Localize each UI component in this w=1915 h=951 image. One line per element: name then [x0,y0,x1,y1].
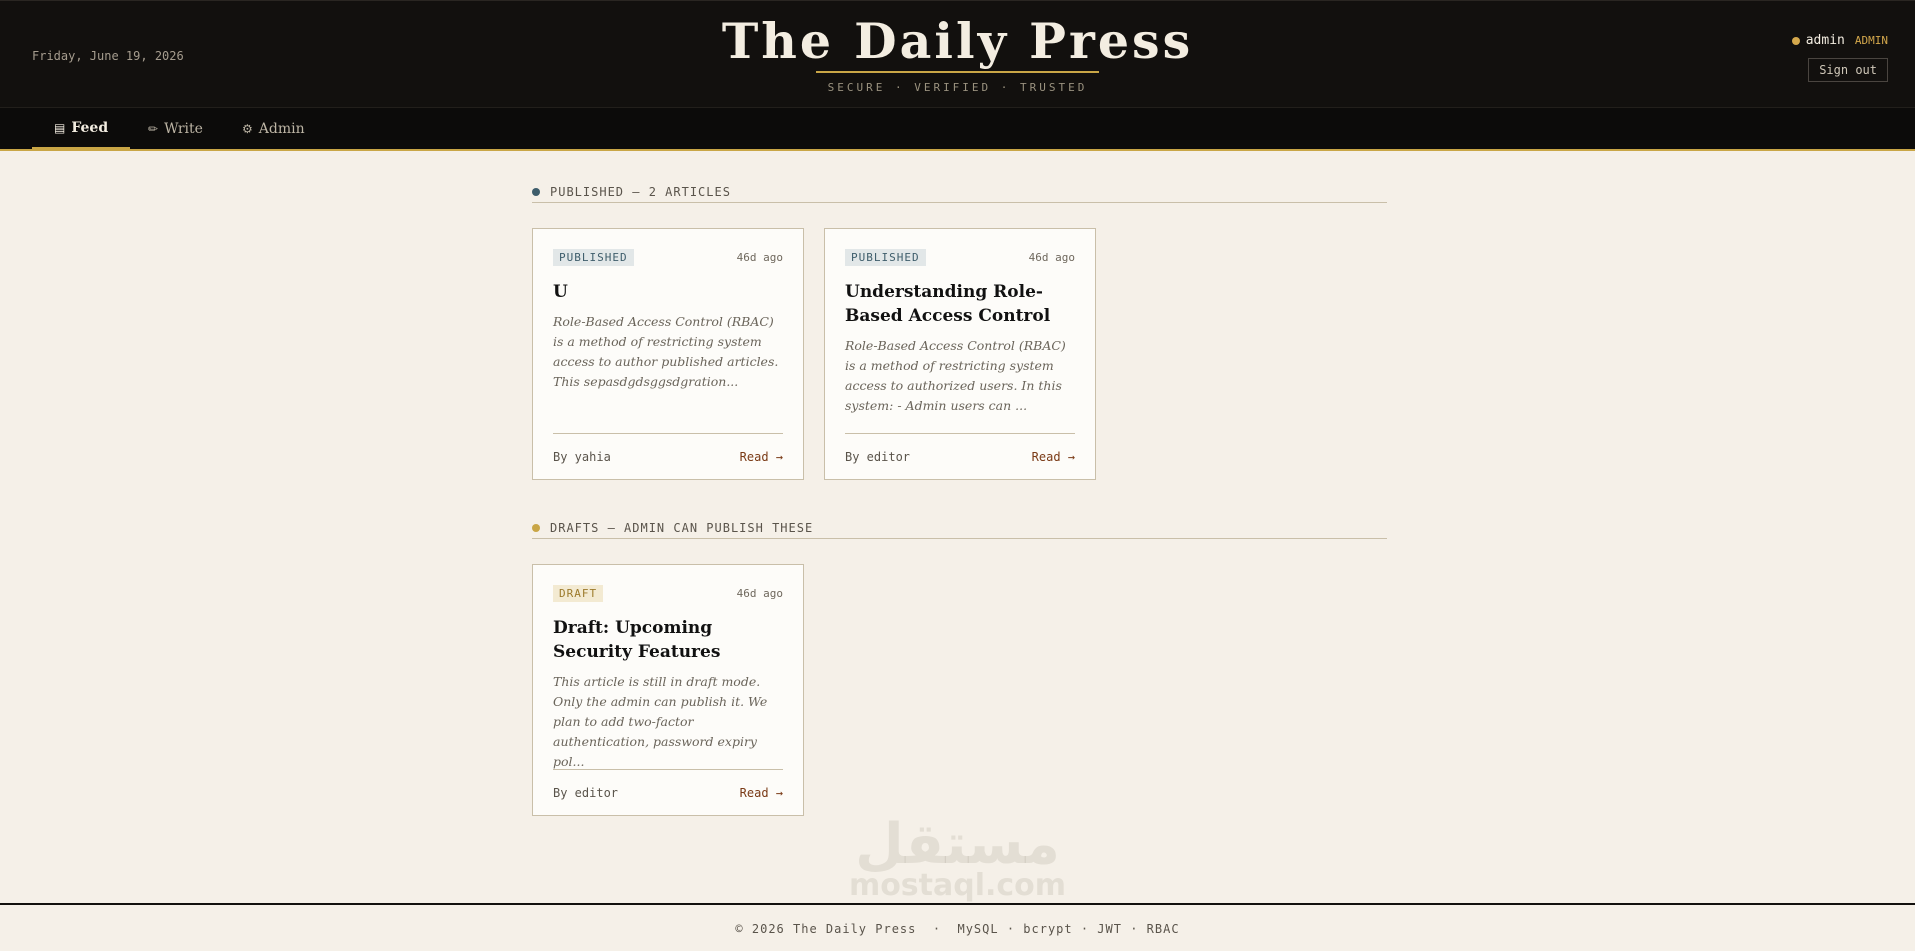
watermark-arabic: مستقل [855,812,1060,877]
tab-write-label: Write [164,120,203,137]
tab-feed-label: Feed [71,119,109,136]
published-dot-icon [532,187,540,196]
brand: The Daily Press SECURE · VERIFIED · TRUS… [0,13,1915,94]
status-badge: DRAFT [553,585,604,602]
card-footer: By editor Read → [553,769,783,815]
tab-feed[interactable]: ▤ Feed [32,108,131,149]
gear-icon: ⚙ [242,121,253,136]
site-tagline: SECURE · VERIFIED · TRUSTED [827,81,1088,94]
article-age: 46d ago [1028,251,1075,264]
article-card[interactable]: DRAFT 46d ago Draft: Upcoming Security F… [532,564,804,816]
status-badge: PUBLISHED [553,249,634,266]
card-meta: PUBLISHED 46d ago [553,249,783,266]
card-footer: By yahia Read → [553,433,783,479]
user-box: admin ADMIN Sign out [1791,33,1888,82]
watermark-logo: مستقل mostaql.com [840,815,1075,901]
read-link[interactable]: Read → [740,450,783,464]
sign-out-button[interactable]: Sign out [1808,58,1888,82]
article-excerpt: Role-Based Access Control (RBAC) is a me… [845,338,1066,413]
newspaper-icon: ▤ [54,120,66,135]
page-footer: © 2026 The Daily Press · MySQL · bcrypt … [0,903,1915,951]
article-card[interactable]: PUBLISHED 46d ago U Role-Based Access Co… [532,228,804,480]
read-link[interactable]: Read → [740,786,783,800]
article-author: By editor [553,785,619,800]
article-excerpt: Role-Based Access Control (RBAC) is a me… [553,314,779,389]
main-nav: ▤ Feed ✏ Write ⚙ Admin [0,107,1915,151]
article-title[interactable]: U [553,280,783,304]
masthead: Friday, June 19, 2026 The Daily Press SE… [0,0,1915,107]
published-heading-text: PUBLISHED — 2 ARTICLES [550,184,731,199]
user-info: admin ADMIN [1791,33,1888,48]
article-card[interactable]: PUBLISHED 46d ago Understanding Role-Bas… [824,228,1096,480]
drafts-heading-text: DRAFTS — ADMIN CAN PUBLISH THESE [550,520,814,535]
title-underline [816,71,1099,73]
article-title[interactable]: Understanding Role-Based Access Control [845,280,1075,328]
tab-admin[interactable]: ⚙ Admin [220,108,327,149]
role-badge: ADMIN [1854,34,1888,47]
footer-text: © 2026 The Daily Press · MySQL · bcrypt … [735,922,1180,936]
status-badge: PUBLISHED [845,249,926,266]
article-age: 46d ago [736,587,783,600]
tab-write[interactable]: ✏ Write [126,108,225,149]
article-excerpt: This article is still in draft mode. Onl… [553,674,768,769]
username: admin [1805,33,1845,48]
drafts-dot-icon [532,523,540,532]
article-age: 46d ago [736,251,783,264]
site-title[interactable]: The Daily Press [722,13,1193,69]
card-footer: By editor Read → [845,433,1075,479]
tab-admin-label: Admin [258,120,305,137]
drafts-section-heading: DRAFTS — ADMIN CAN PUBLISH THESE [532,517,1387,539]
card-meta: DRAFT 46d ago [553,585,783,602]
article-author: By yahia [553,449,611,464]
online-status-icon [1791,36,1800,45]
published-section-heading: PUBLISHED — 2 ARTICLES [532,181,1387,203]
card-meta: PUBLISHED 46d ago [845,249,1075,266]
pen-icon: ✏ [148,121,159,136]
article-title[interactable]: Draft: Upcoming Security Features [553,616,783,664]
read-link[interactable]: Read → [1032,450,1075,464]
watermark-latin: mostaql.com [848,868,1067,903]
article-author: By editor [845,449,911,464]
